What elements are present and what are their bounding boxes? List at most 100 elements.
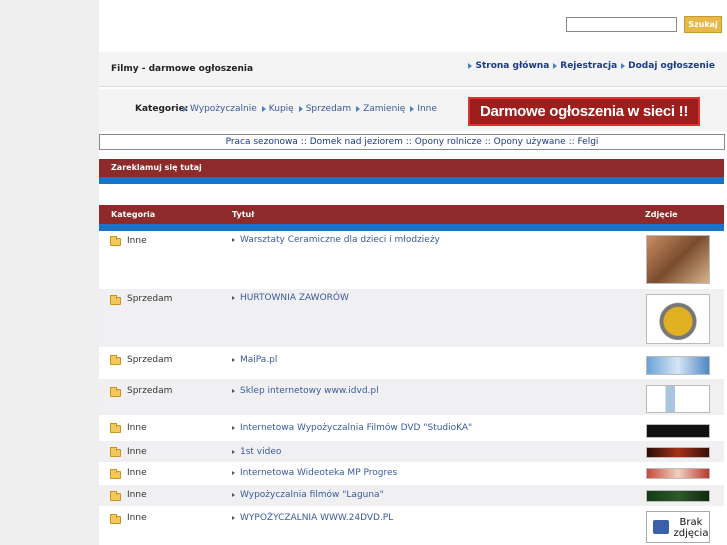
row-category: Sprzedam [127, 294, 173, 304]
table-row[interactable]: Sprzedam Sklep internetowy www.idvd.pl [99, 379, 724, 416]
arrow-icon [232, 295, 235, 300]
table-row[interactable]: Inne Warsztaty Ceramiczne dla dzieci i m… [99, 231, 724, 289]
category-item[interactable]: Zamienię [356, 104, 405, 114]
link-opony-rolnicze[interactable]: Opony rolnicze [415, 137, 482, 147]
category-item[interactable]: Sprzedam [298, 104, 351, 114]
table-header-stripe [99, 224, 724, 231]
row-title[interactable]: Internetowa Wypożyczalnia Filmów DVD "St… [232, 423, 472, 433]
row-category: Inne [127, 423, 147, 433]
main-area: Szukaj Filmy - darmowe ogłoszenia Strona… [99, 0, 727, 545]
ad-bar[interactable]: Zareklamuj się tutaj [99, 159, 724, 177]
arrow-icon [232, 515, 235, 520]
arrow-icon [261, 105, 266, 112]
row-category: Inne [127, 236, 147, 246]
no-photo-label: Brak zdjęcia [673, 517, 709, 539]
arrow-icon [232, 237, 235, 242]
ad-bar-stripe [99, 177, 724, 184]
category-link-zamienie[interactable]: Zamienię [363, 104, 405, 114]
nav-item-home[interactable]: Strona główna [468, 61, 549, 71]
table-row[interactable]: Inne Internetowa Wypożyczalnia Filmów DV… [99, 416, 724, 441]
nav-link-register[interactable]: Rejestracja [560, 61, 617, 71]
arrow-icon [410, 105, 415, 112]
table-row[interactable]: Inne WYPOŻYCZALNIA WWW.24DVD.PL Brak zdj… [99, 507, 724, 545]
arrow-icon [232, 388, 235, 393]
arrow-icon [621, 62, 626, 69]
link-praca[interactable]: Praca sezonowa [226, 137, 298, 147]
link-domek[interactable]: Domek nad jeziorem [310, 137, 403, 147]
category-links: Wypożyczalnie Kupię Sprzedam Zamienię In… [183, 104, 437, 114]
row-category: Inne [127, 468, 147, 478]
nav-item-add[interactable]: Dodaj ogłoszenie [621, 61, 715, 71]
arrow-icon [298, 105, 303, 112]
row-title[interactable]: 1st video [232, 447, 281, 457]
search-input[interactable] [566, 17, 677, 32]
column-category: Kategoria [111, 210, 156, 219]
row-title[interactable]: Sklep internetowy www.idvd.pl [232, 386, 379, 396]
nav-link-home[interactable]: Strona główna [475, 61, 549, 71]
arrow-icon [356, 105, 361, 112]
photo-thumbnail[interactable] [646, 356, 710, 375]
photo-thumbnail[interactable] [646, 385, 710, 413]
category-link-kupie[interactable]: Kupię [269, 104, 294, 114]
row-title[interactable]: WYPOŻYCZALNIA WWW.24DVD.PL [232, 513, 393, 523]
arrow-icon [553, 62, 558, 69]
photo-thumbnail[interactable] [646, 235, 710, 284]
arrow-icon [232, 492, 235, 497]
row-title[interactable]: Warsztaty Ceramiczne dla dzieci i młodzi… [232, 235, 440, 245]
arrow-icon [232, 357, 235, 362]
row-category: Sprzedam [127, 355, 173, 365]
left-column [0, 0, 99, 545]
link-felgi[interactable]: Felgi [578, 137, 599, 147]
folder-icon [110, 447, 121, 457]
photo-thumbnail[interactable] [646, 294, 710, 344]
table-row[interactable]: Inne Wypożyczalnia filmów "Laguna" [99, 485, 724, 507]
folder-icon [110, 514, 121, 524]
category-link-inne[interactable]: Inne [417, 104, 437, 114]
column-title: Tytuł [232, 210, 255, 219]
row-title[interactable]: HURTOWNIA ZAWORÓW [232, 293, 349, 303]
links-box: Praca sezonowa :: Domek nad jeziorem :: … [99, 134, 725, 150]
category-item[interactable]: Kupię [261, 104, 294, 114]
category-item[interactable]: Wypożyczalnie [183, 104, 257, 114]
link-opony-uzywane[interactable]: Opony używane [494, 137, 566, 147]
folder-icon [110, 469, 121, 479]
page-title: Filmy - darmowe ogłoszenia [111, 64, 254, 74]
row-category: Inne [127, 513, 147, 523]
table-row[interactable]: Inne Internetowa Wideoteka MP Progres [99, 463, 724, 485]
arrow-icon [232, 470, 235, 475]
folder-icon [110, 423, 121, 433]
top-nav: Strona główna Rejestracja Dodaj ogłoszen… [468, 61, 715, 71]
arrow-icon [232, 425, 235, 430]
nav-item-register[interactable]: Rejestracja [553, 61, 617, 71]
arrow-icon [183, 105, 187, 112]
banner[interactable]: Darmowe ogłoszenia w sieci !! [468, 97, 700, 126]
category-bar: Kategorie: Wypożyczalnie Kupię Sprzedam … [99, 89, 727, 131]
photo-thumbnail[interactable] [646, 490, 710, 502]
title-bar: Filmy - darmowe ogłoszenia Strona główna… [99, 52, 727, 87]
table-row[interactable]: Inne 1st video [99, 441, 724, 463]
table-header: Kategoria Tytuł Zdjęcie [99, 205, 724, 224]
no-photo-icon [653, 520, 669, 534]
row-category: Inne [127, 447, 147, 457]
folder-icon [110, 491, 121, 501]
row-title[interactable]: Wypożyczalnia filmów "Laguna" [232, 490, 384, 500]
photo-thumbnail[interactable] [646, 447, 710, 458]
row-title[interactable]: Internetowa Wideoteka MP Progres [232, 468, 397, 478]
folder-icon [110, 387, 121, 397]
table-row[interactable]: Sprzedam HURTOWNIA ZAWORÓW [99, 289, 724, 348]
photo-thumbnail[interactable] [646, 468, 710, 479]
arrow-icon [468, 62, 473, 69]
photo-thumbnail[interactable]: Brak zdjęcia [646, 511, 710, 543]
row-title[interactable]: MaiPa.pl [232, 355, 277, 365]
row-category: Sprzedam [127, 386, 173, 396]
category-label: Kategorie: [135, 104, 189, 114]
category-item[interactable]: Inne [410, 104, 437, 114]
photo-thumbnail[interactable] [646, 424, 710, 438]
top-bar: Szukaj [99, 0, 727, 52]
category-link-sprzedam[interactable]: Sprzedam [306, 104, 351, 114]
nav-link-add[interactable]: Dodaj ogłoszenie [628, 61, 715, 71]
search-button[interactable]: Szukaj [684, 16, 722, 33]
folder-icon [110, 236, 121, 246]
table-row[interactable]: Sprzedam MaiPa.pl [99, 348, 724, 379]
category-link-wypozyczalnie[interactable]: Wypożyczalnie [190, 104, 257, 114]
